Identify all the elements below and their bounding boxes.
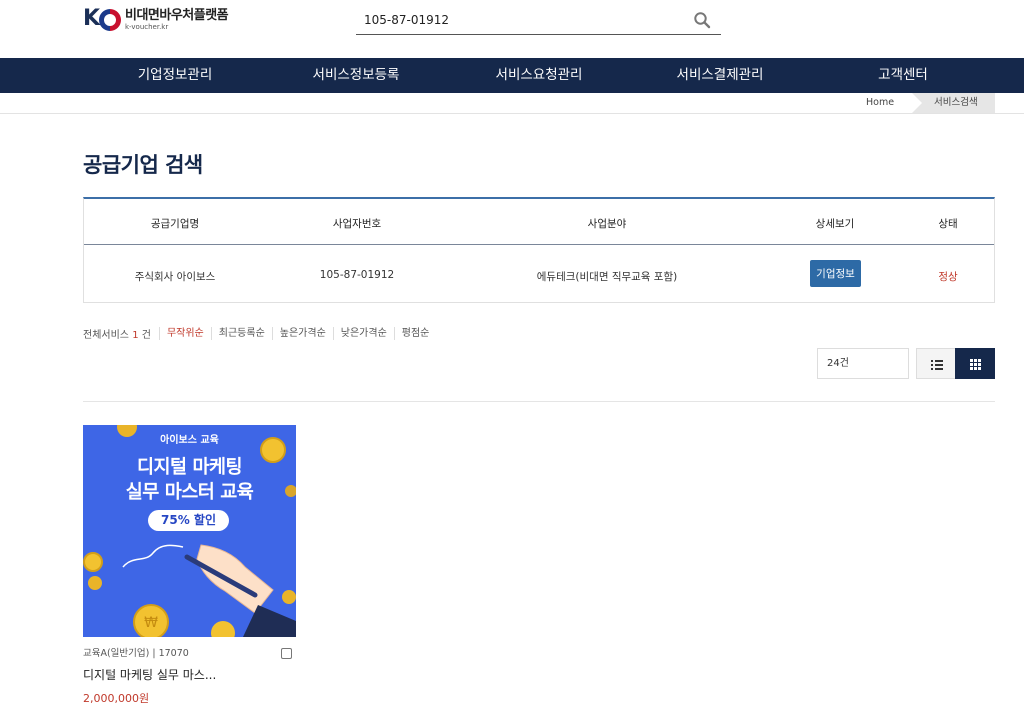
nav-item-service-register[interactable]: 서비스정보등록 [313,58,400,93]
list-view-icon [931,360,943,370]
logo-subtitle: k-voucher.kr [125,23,169,31]
cell-biz-number: 105-87-01912 [319,269,395,281]
search-bar [356,8,721,35]
per-page-select[interactable]: 24건 [817,348,909,379]
list-view-button[interactable] [916,348,956,379]
sort-rating[interactable]: 평점순 [393,327,437,340]
sort-random[interactable]: 무작위순 [158,327,211,340]
section-divider [83,401,995,402]
nav-item-customer-center[interactable]: 고객센터 [878,58,928,93]
sort-recent[interactable]: 최근등록순 [210,327,272,340]
product-image-headline: 디지털 마케팅 실무 마스터 교육 [125,457,254,503]
column-header-status: 상태 [938,218,958,230]
search-icon[interactable] [693,11,711,29]
cell-company-name: 주식회사 아이보스 [134,271,216,283]
search-input[interactable] [356,8,676,32]
nav-item-service-payment[interactable]: 서비스결제관리 [677,58,764,93]
grid-view-button[interactable] [955,348,995,379]
sort-price-low[interactable]: 낮은가격순 [332,327,394,340]
column-header-business-field: 사업분야 [587,218,627,230]
column-header-company-name: 공급기업명 [150,218,200,230]
nav-item-service-request[interactable]: 서비스요청관리 [496,58,583,93]
svg-text:₩: ₩ [144,615,158,631]
company-info-button[interactable]: 기업정보 [810,260,861,287]
breadcrumb-current: 서비스검색 [912,93,995,113]
product-compare-checkbox[interactable] [281,648,292,659]
product-thumbnail[interactable]: ₩ 아이보스 교육 디지털 마케팅 실무 마스터 교육 75% 할인 [83,425,296,637]
cell-business-field: 에듀테크(비대면 직무교육 포함) [536,271,678,283]
sort-bar: 전체서비스 1 건 무작위순 최근등록순 높은가격순 낮은가격순 평점순 [83,326,436,341]
breadcrumb: Home 서비스검색 [0,93,1024,114]
page-title: 공급기업 검색 [83,153,203,177]
nav-item-company-info[interactable]: 기업정보관리 [138,58,213,93]
logo-title: 비대면바우처플랫폼 [125,8,229,23]
product-price: 2,000,000원 [83,692,150,705]
table-header-row: 공급기업명 사업자번호 사업분야 상세보기 상태 [84,199,994,245]
product-image-brand: 아이보스 교육 [160,435,219,446]
column-header-detail: 상세보기 [815,218,855,230]
breadcrumb-home[interactable]: Home [866,97,894,108]
grid-view-icon [970,359,981,370]
product-name[interactable]: 디지털 마케팅 실무 마스... [83,666,216,683]
logo-mark-icon: K [83,6,123,32]
sort-price-high[interactable]: 높은가격순 [271,327,333,340]
main-navigation: 기업정보관리 서비스정보등록 서비스요청관리 서비스결제관리 고객센터 [0,58,1024,93]
column-header-biz-number: 사업자번호 [332,218,382,230]
company-table: 공급기업명 사업자번호 사업분야 상세보기 상태 주식회사 아이보스 105-8… [83,197,995,303]
status-badge: 정상 [938,271,958,283]
product-meta: 교육A(일반기업) | 17070 [83,648,189,659]
total-count: 전체서비스 1 건 [83,330,151,341]
site-logo[interactable]: K 비대면바우처플랫폼 k-voucher.kr [83,6,229,32]
discount-badge: 75% 할인 [148,510,229,531]
